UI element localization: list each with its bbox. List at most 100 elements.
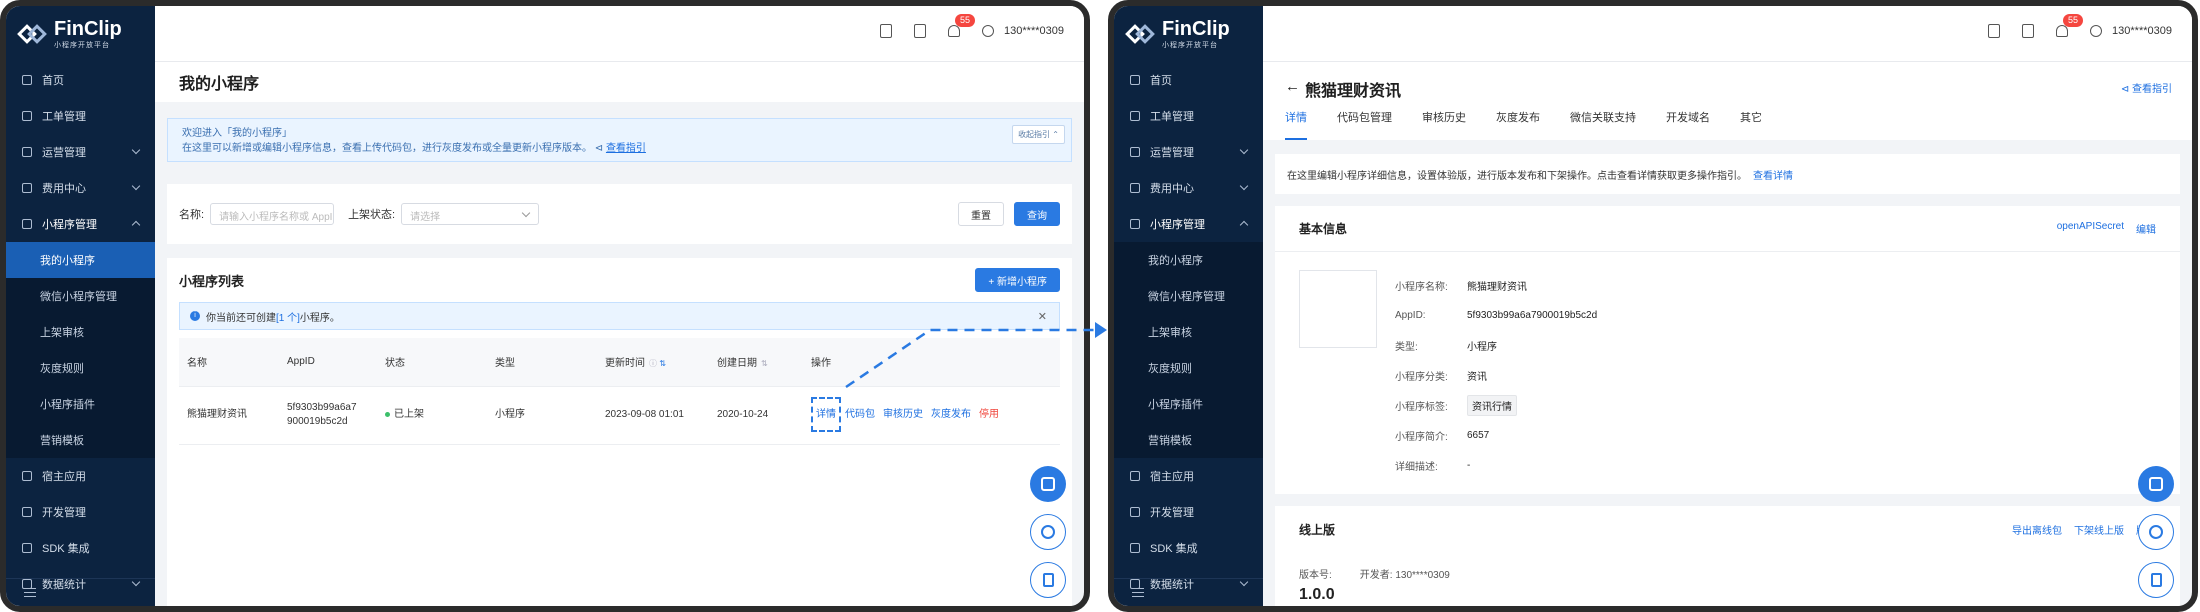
query-button[interactable]: 查询 <box>1014 202 1060 226</box>
main-content: ← 熊猫理财资讯 ⊲ 查看指引 详情 代码包管理 审核历史 灰度发布 微信关联支… <box>1263 62 2192 606</box>
brand-subtitle: 小程序开放平台 <box>1162 41 1218 49</box>
apps-icon <box>2149 477 2163 491</box>
sidebar-item-home[interactable]: 首页 <box>6 62 155 98</box>
clipboard-icon[interactable] <box>2022 24 2035 38</box>
version-meta: 版本号: 开发者: 130****0309 <box>1299 566 1450 581</box>
sidebar-item-tickets[interactable]: 工单管理 <box>1114 98 1263 134</box>
export-offline-link[interactable]: 导出离线包 <box>2012 522 2062 537</box>
brand-logo: FinClip 小程序开放平台 <box>1114 6 1263 62</box>
col-created-label: 创建日期 <box>717 358 757 370</box>
sidebar-subitem-review[interactable]: 上架审核 <box>6 314 155 350</box>
sidebar-item-miniprogram[interactable]: 小程序管理 <box>6 206 155 242</box>
bell-icon[interactable]: 55 <box>948 14 976 37</box>
basic-info-title: 基本信息 <box>1299 222 1348 236</box>
sidebar-item-dev[interactable]: 开发管理 <box>1114 494 1263 530</box>
coin-icon <box>22 183 32 193</box>
tab-details[interactable]: 详情 <box>1285 110 1307 140</box>
edit-link[interactable]: 编辑 <box>2136 221 2156 236</box>
col-updated[interactable]: 更新时间 ⓘ ⇅ <box>597 338 709 387</box>
back-arrow-icon[interactable]: ← <box>1285 78 1300 95</box>
sidebar-subitem-gray-rules[interactable]: 灰度规则 <box>6 350 155 386</box>
docs-float-button[interactable] <box>1030 562 1066 598</box>
sidebar-item-label: 工单管理 <box>1150 111 1194 123</box>
sidebar-subitem-my-miniprograms[interactable]: 我的小程序 <box>6 242 155 278</box>
sidebar-item-sdk[interactable]: SDK 集成 <box>6 530 155 566</box>
collapse-guide-button[interactable]: 收起指引 ⌃ <box>1012 125 1065 144</box>
detail-header: ← 熊猫理财资讯 ⊲ 查看指引 详情 代码包管理 审核历史 灰度发布 微信关联支… <box>1263 62 2192 140</box>
tab-other[interactable]: 其它 <box>1740 110 1762 140</box>
sidebar-collapse-button[interactable] <box>6 578 155 606</box>
sidebar-item-tickets[interactable]: 工单管理 <box>6 98 155 134</box>
user-account[interactable]: 130****0309 <box>1004 25 1064 37</box>
document-search-icon[interactable] <box>1988 24 2001 38</box>
reset-button[interactable]: 重置 <box>958 202 1004 226</box>
tab-packages[interactable]: 代码包管理 <box>1337 110 1392 140</box>
sidebar-item-host-apps[interactable]: 宿主应用 <box>6 458 155 494</box>
chevron-down-icon <box>131 181 141 191</box>
sidebar-item-billing[interactable]: 费用中心 <box>1114 170 1263 206</box>
package-link[interactable]: 代码包 <box>845 409 875 420</box>
user-icon[interactable] <box>2090 25 2103 37</box>
add-miniprogram-button[interactable]: + 新增小程序 <box>975 268 1060 292</box>
sidebar-collapse-button[interactable] <box>1114 578 1263 606</box>
gray-release-link[interactable]: 灰度发布 <box>931 409 971 420</box>
openapi-secret-link[interactable]: openAPISecret <box>2057 221 2124 236</box>
sidebar-subitem-wechat[interactable]: 微信小程序管理 <box>6 278 155 314</box>
clipboard-icon[interactable] <box>914 24 927 38</box>
apps-float-button[interactable] <box>1030 466 1066 502</box>
top-header: 55 130****0309 <box>1263 6 2192 62</box>
document-search-icon[interactable] <box>880 24 893 38</box>
sidebar-item-operations[interactable]: 运营管理 <box>6 134 155 170</box>
unpublish-link[interactable]: 下架线上版 <box>2074 522 2124 537</box>
guide-link[interactable]: ⊲ 查看指引 <box>2121 80 2172 95</box>
sidebar-item-sdk[interactable]: SDK 集成 <box>1114 530 1263 566</box>
sidebar-subitem-templates[interactable]: 营销模板 <box>6 422 155 458</box>
tab-domains[interactable]: 开发域名 <box>1666 110 1710 140</box>
close-icon[interactable]: ✕ <box>1038 310 1047 323</box>
user-icon[interactable] <box>982 25 995 37</box>
tab-review-history[interactable]: 审核历史 <box>1422 110 1466 140</box>
user-account[interactable]: 130****0309 <box>2112 25 2172 37</box>
sidebar-item-label: 开发管理 <box>42 507 86 519</box>
status-select[interactable]: 请选择 <box>401 203 540 225</box>
sidebar-item-label: 宿主应用 <box>1150 471 1194 483</box>
quota-suffix: 小程序。 <box>299 312 340 324</box>
docs-float-button[interactable] <box>2138 562 2174 598</box>
sidebar-item-operations[interactable]: 运营管理 <box>1114 134 1263 170</box>
view-details-link[interactable]: 查看详情 <box>1753 167 1793 182</box>
code-icon <box>1130 507 1140 517</box>
guide-link[interactable]: 查看指引 <box>606 143 646 154</box>
apps-float-button[interactable] <box>2138 466 2174 502</box>
sidebar-item-billing[interactable]: 费用中心 <box>6 170 155 206</box>
sidebar-item-miniprogram[interactable]: 小程序管理 <box>1114 206 1263 242</box>
sidebar-subitem-templates[interactable]: 营销模板 <box>1114 422 1263 458</box>
review-history-link[interactable]: 审核历史 <box>883 409 923 420</box>
miniprogram-logo <box>1299 270 1377 348</box>
name-search-input[interactable]: 请输入小程序名称或 AppID <box>210 203 335 225</box>
support-float-button[interactable] <box>1030 514 1066 550</box>
disable-link[interactable]: 停用 <box>979 409 999 420</box>
sidebar-item-dev[interactable]: 开发管理 <box>6 494 155 530</box>
detail-link[interactable]: 详情 <box>811 397 841 432</box>
finclip-logo-icon <box>1125 23 1156 45</box>
tab-gray-release[interactable]: 灰度发布 <box>1496 110 1540 140</box>
sidebar-item-host-apps[interactable]: 宿主应用 <box>1114 458 1263 494</box>
sidebar-subitem-my-miniprograms[interactable]: 我的小程序 <box>1114 242 1263 278</box>
field-value: 资讯 <box>1467 371 1487 383</box>
tab-wechat[interactable]: 微信关联支持 <box>1570 110 1636 140</box>
chevron-down-icon <box>1239 145 1249 155</box>
chevron-down-icon <box>1239 181 1249 191</box>
support-float-button[interactable] <box>2138 514 2174 550</box>
col-created[interactable]: 创建日期 ⇅ <box>709 338 803 387</box>
sidebar-subitem-wechat[interactable]: 微信小程序管理 <box>1114 278 1263 314</box>
sidebar-subitem-review[interactable]: 上架审核 <box>1114 314 1263 350</box>
sidebar-subitem-plugins[interactable]: 小程序插件 <box>6 386 155 422</box>
bell-icon[interactable]: 55 <box>2056 14 2084 37</box>
sidebar-item-home[interactable]: 首页 <box>1114 62 1263 98</box>
sidebar-subitem-plugins[interactable]: 小程序插件 <box>1114 386 1263 422</box>
developer-value: 130****0309 <box>1395 570 1450 581</box>
ticket-icon <box>1130 111 1140 121</box>
sidebar-subitem-gray-rules[interactable]: 灰度规则 <box>1114 350 1263 386</box>
miniprogram-icon <box>1130 219 1140 229</box>
brand-title: FinClip <box>54 17 122 40</box>
